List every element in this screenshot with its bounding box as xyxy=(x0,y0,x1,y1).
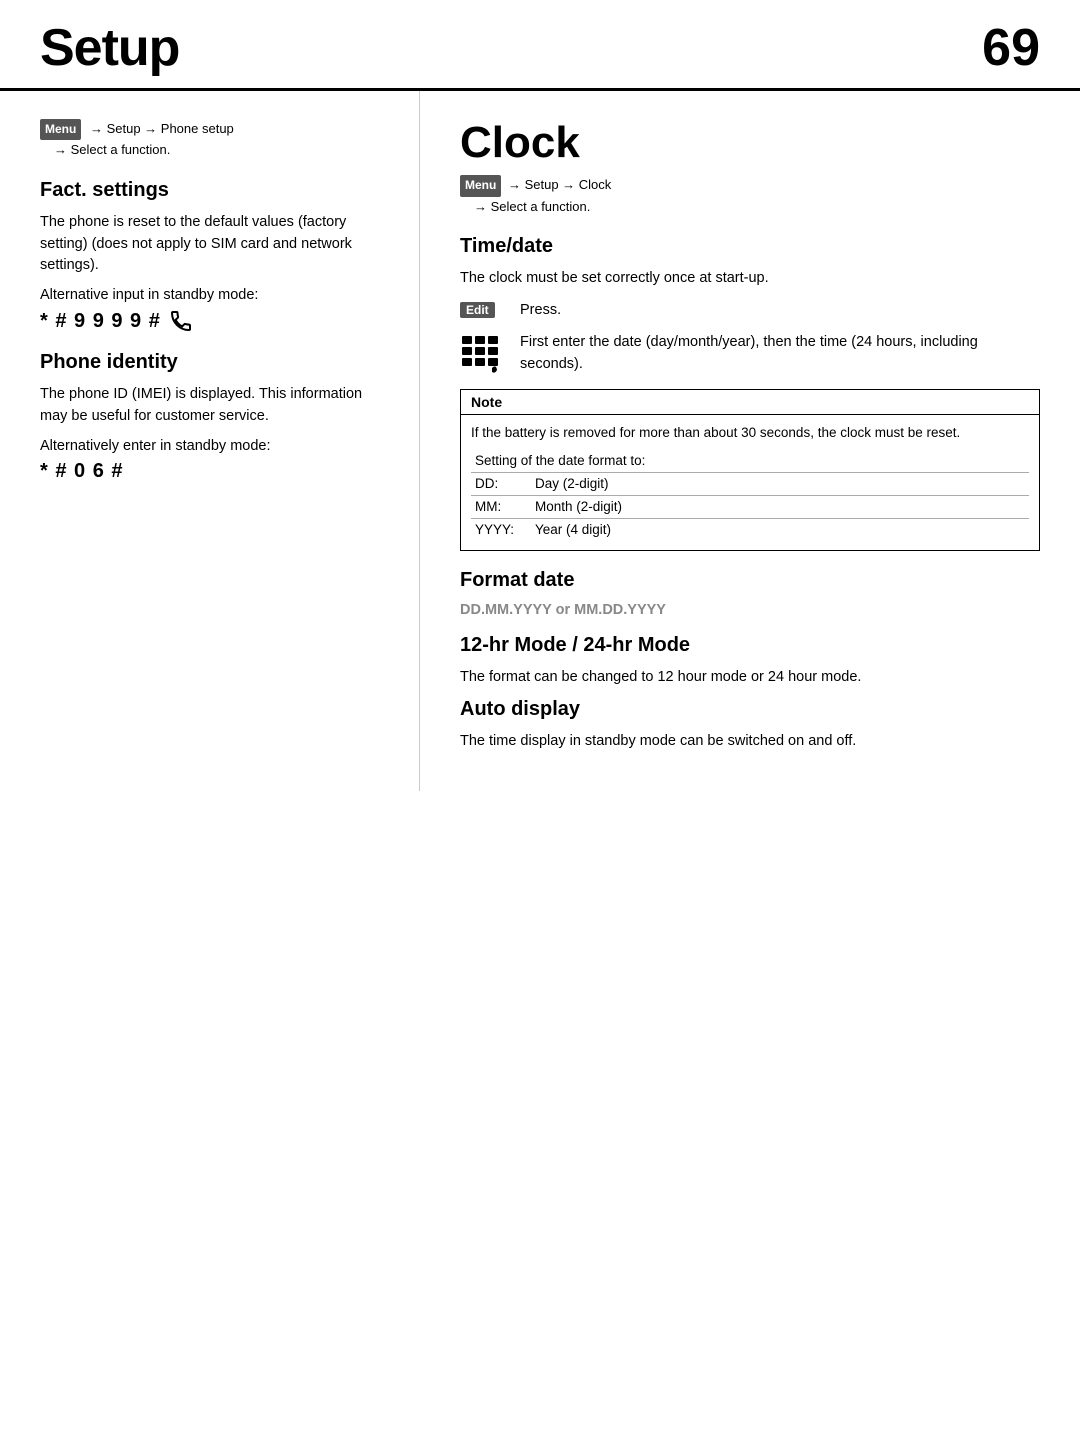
edit-badge: Edit xyxy=(460,302,495,318)
phone-icon xyxy=(169,309,193,333)
hr-mode-text: The format can be changed to 12 hour mod… xyxy=(460,667,1040,689)
fact-settings-section: Fact. settings The phone is reset to the… xyxy=(40,179,389,333)
fact-settings-code-text: * # 9 9 9 9 # xyxy=(40,310,161,333)
page-number: 69 xyxy=(982,18,1040,78)
right-breadcrumb-path: → Setup → Clock xyxy=(508,177,611,192)
numpad-icon xyxy=(460,334,500,374)
time-date-text: The clock must be set correctly once at … xyxy=(460,268,1040,290)
note-yyyy-desc: Year (4 digit) xyxy=(531,519,1029,542)
edit-icon-cell: Edit xyxy=(460,300,504,318)
page-title: Setup xyxy=(40,18,179,78)
time-date-section: Time/date The clock must be set correctl… xyxy=(460,235,1040,375)
edit-press-text: Press. xyxy=(520,300,1040,322)
left-breadcrumb: Menu → Setup → Phone setup → Select a fu… xyxy=(40,119,389,161)
phone-identity-code-text: * # 0 6 # xyxy=(40,460,124,483)
note-dd-code: DD: xyxy=(471,472,531,495)
clock-heading: Clock xyxy=(460,119,1040,167)
time-date-heading: Time/date xyxy=(460,235,1040,258)
note-content: If the battery is removed for more than … xyxy=(461,415,1039,549)
numpad-instruction-row: First enter the date (day/month/year), t… xyxy=(460,332,1040,376)
fact-settings-text: The phone is reset to the default values… xyxy=(40,212,389,277)
note-header: Note xyxy=(461,390,1039,415)
right-breadcrumb: Menu → Setup → Clock → Select a function… xyxy=(460,175,1040,217)
numpad-icon-cell xyxy=(460,332,504,374)
page: Setup 69 Menu → Setup → Phone setup → Se… xyxy=(0,0,1080,1429)
numpad-instruction-text: First enter the date (day/month/year), t… xyxy=(520,332,1040,376)
left-breadcrumb-path: → Setup → Phone setup xyxy=(90,121,234,136)
note-table: Setting of the date format to: DD: Day (… xyxy=(471,450,1029,542)
phone-identity-text: The phone ID (IMEI) is displayed. This i… xyxy=(40,384,389,428)
format-date-heading: Format date xyxy=(460,569,1040,592)
phone-identity-heading: Phone identity xyxy=(40,351,389,374)
phone-identity-alt-label: Alternatively enter in standby mode: xyxy=(40,438,389,454)
hr-mode-section: 12-hr Mode / 24-hr Mode The format can b… xyxy=(460,634,1040,689)
auto-display-heading: Auto display xyxy=(460,698,1040,721)
menu-badge-right: Menu xyxy=(460,175,501,196)
format-date-section: Format date DD.MM.YYYY or MM.DD.YYYY xyxy=(460,569,1040,618)
note-mm-code: MM: xyxy=(471,496,531,519)
phone-identity-code: * # 0 6 # xyxy=(40,460,389,483)
note-box: Note If the battery is removed for more … xyxy=(460,389,1040,550)
page-header: Setup 69 xyxy=(0,0,1080,91)
auto-display-section: Auto display The time display in standby… xyxy=(460,698,1040,753)
phone-identity-section: Phone identity The phone ID (IMEI) is di… xyxy=(40,351,389,483)
fact-settings-heading: Fact. settings xyxy=(40,179,389,202)
note-row-mm: MM: Month (2-digit) xyxy=(471,496,1029,519)
right-breadcrumb-sub: → Select a function. xyxy=(474,199,590,214)
note-dd-desc: Day (2-digit) xyxy=(531,472,1029,495)
note-line1: If the battery is removed for more than … xyxy=(471,423,1029,443)
fact-settings-code: * # 9 9 9 9 # xyxy=(40,309,389,333)
note-row-yyyy: YYYY: Year (4 digit) xyxy=(471,519,1029,542)
menu-badge-left: Menu xyxy=(40,119,81,140)
edit-instruction-row: Edit Press. xyxy=(460,300,1040,322)
right-column: Clock Menu → Setup → Clock → Select a fu… xyxy=(420,91,1080,791)
fact-settings-alt-label: Alternative input in standby mode: xyxy=(40,287,389,303)
note-yyyy-code: YYYY: xyxy=(471,519,531,542)
left-breadcrumb-sub: → Select a function. xyxy=(54,142,170,157)
note-format-label-row: Setting of the date format to: xyxy=(471,450,1029,473)
hr-mode-heading: 12-hr Mode / 24-hr Mode xyxy=(460,634,1040,657)
note-format-label: Setting of the date format to: xyxy=(471,450,1029,473)
auto-display-text: The time display in standby mode can be … xyxy=(460,731,1040,753)
note-mm-desc: Month (2-digit) xyxy=(531,496,1029,519)
note-row-dd: DD: Day (2-digit) xyxy=(471,472,1029,495)
left-column: Menu → Setup → Phone setup → Select a fu… xyxy=(0,91,420,791)
content-columns: Menu → Setup → Phone setup → Select a fu… xyxy=(0,91,1080,791)
format-date-codes: DD.MM.YYYY or MM.DD.YYYY xyxy=(460,602,1040,618)
